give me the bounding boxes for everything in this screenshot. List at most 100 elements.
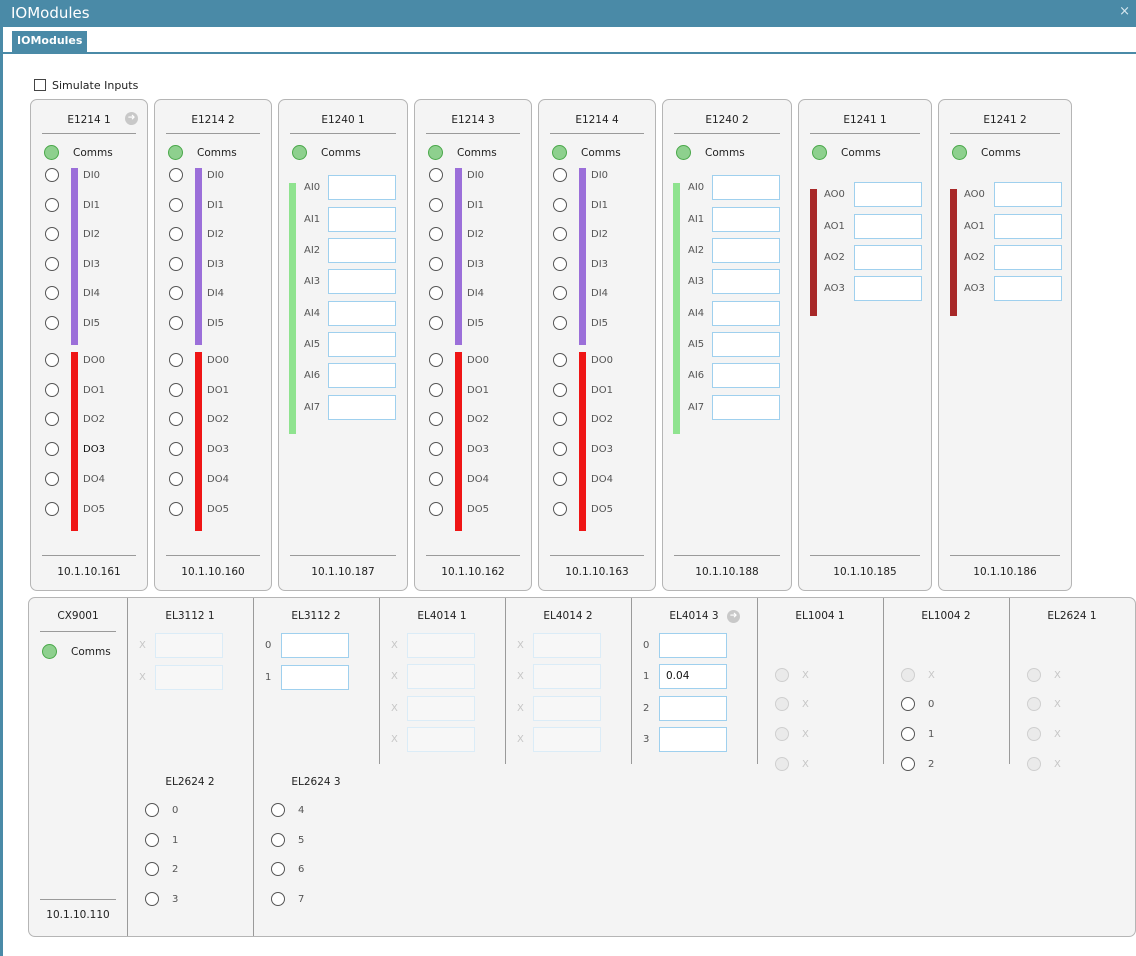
do-radio[interactable] (45, 353, 59, 367)
di-radio[interactable] (45, 257, 59, 271)
di-row[interactable]: DI0 (553, 167, 608, 183)
do-row[interactable]: DO1 (169, 382, 229, 398)
do-radio[interactable] (169, 383, 183, 397)
di-radio[interactable] (553, 227, 567, 241)
di-row[interactable]: DI0 (169, 167, 224, 183)
do-row[interactable]: DO3 (553, 441, 613, 457)
do-radio[interactable] (553, 412, 567, 426)
do-radio[interactable] (429, 472, 443, 486)
ai-value-field[interactable] (712, 362, 780, 388)
do-row[interactable]: DO0 (169, 352, 229, 368)
do-radio[interactable] (553, 353, 567, 367)
di-row[interactable]: DI4 (429, 285, 484, 301)
do-row[interactable]: DO4 (169, 471, 229, 487)
ai-value-field[interactable] (712, 394, 780, 420)
di-row[interactable]: DI3 (553, 256, 608, 272)
do-radio[interactable] (169, 412, 183, 426)
ai-value-field[interactable] (328, 331, 396, 357)
do-radio[interactable] (553, 383, 567, 397)
do-row[interactable]: DO1 (553, 382, 613, 398)
do-row[interactable]: DO1 (429, 382, 489, 398)
di-row[interactable]: DI4 (553, 285, 608, 301)
di-radio[interactable] (429, 286, 443, 300)
channel-row[interactable]: 1 (145, 832, 178, 848)
do-radio[interactable] (429, 412, 443, 426)
channel-radio[interactable] (145, 862, 159, 876)
ai-value-field[interactable] (328, 300, 396, 326)
di-radio[interactable] (45, 316, 59, 330)
do-row[interactable]: DO5 (45, 501, 105, 517)
channel-radio[interactable] (145, 833, 159, 847)
tab-iomodules[interactable]: IOModules (12, 31, 88, 53)
channel-value-field[interactable] (281, 664, 349, 690)
di-radio[interactable] (553, 257, 567, 271)
channel-row[interactable]: 5 (271, 832, 304, 848)
ai-value-field[interactable] (712, 174, 780, 200)
ai-value-field[interactable] (712, 300, 780, 326)
do-radio[interactable] (553, 472, 567, 486)
di-radio[interactable] (45, 286, 59, 300)
di-row[interactable]: DI1 (429, 197, 484, 213)
ao-value-field[interactable] (994, 213, 1062, 239)
do-radio[interactable] (429, 383, 443, 397)
simulate-inputs[interactable]: Simulate Inputs (34, 77, 138, 93)
do-row[interactable]: DO0 (553, 352, 613, 368)
do-row[interactable]: DO5 (429, 501, 489, 517)
ai-value-field[interactable] (328, 174, 396, 200)
di-row[interactable]: DI4 (169, 285, 224, 301)
di-row[interactable]: DI2 (169, 226, 224, 242)
channel-value-field[interactable] (659, 695, 727, 721)
do-row[interactable]: DO4 (429, 471, 489, 487)
ao-value-field[interactable] (854, 244, 922, 270)
channel-row[interactable]: 0 (145, 802, 178, 818)
di-radio[interactable] (553, 316, 567, 330)
channel-row[interactable]: 1 (901, 726, 934, 742)
ao-value-field[interactable] (994, 244, 1062, 270)
do-radio[interactable] (553, 442, 567, 456)
di-radio[interactable] (553, 198, 567, 212)
di-row[interactable]: DI2 (45, 226, 100, 242)
channel-value-field[interactable]: 0.04 (659, 663, 727, 689)
di-row[interactable]: DI5 (45, 315, 100, 331)
do-radio[interactable] (45, 383, 59, 397)
channel-radio[interactable] (145, 803, 159, 817)
di-radio[interactable] (169, 198, 183, 212)
channel-radio[interactable] (271, 892, 285, 906)
do-row[interactable]: DO4 (553, 471, 613, 487)
channel-row[interactable]: 6 (271, 861, 304, 877)
ai-value-field[interactable] (328, 362, 396, 388)
di-row[interactable]: DI3 (169, 256, 224, 272)
ai-value-field[interactable] (712, 206, 780, 232)
channel-value-field[interactable] (659, 726, 727, 752)
do-row[interactable]: DO5 (553, 501, 613, 517)
di-radio[interactable] (429, 257, 443, 271)
do-radio[interactable] (429, 502, 443, 516)
ao-value-field[interactable] (994, 181, 1062, 207)
channel-radio[interactable] (271, 833, 285, 847)
settings-icon[interactable]: ➜ (727, 610, 740, 623)
channel-radio[interactable] (901, 697, 915, 711)
di-row[interactable]: DI5 (169, 315, 224, 331)
do-radio[interactable] (429, 353, 443, 367)
channel-radio[interactable] (901, 757, 915, 771)
di-radio[interactable] (45, 168, 59, 182)
di-row[interactable]: DI1 (169, 197, 224, 213)
do-row[interactable]: DO3 (169, 441, 229, 457)
di-radio[interactable] (553, 286, 567, 300)
do-row[interactable]: DO2 (169, 411, 229, 427)
ao-value-field[interactable] (854, 181, 922, 207)
di-row[interactable]: DI1 (553, 197, 608, 213)
do-row[interactable]: DO0 (45, 352, 105, 368)
ai-value-field[interactable] (712, 268, 780, 294)
di-row[interactable]: DI3 (429, 256, 484, 272)
di-radio[interactable] (553, 168, 567, 182)
do-row[interactable]: DO2 (553, 411, 613, 427)
di-radio[interactable] (45, 198, 59, 212)
di-row[interactable]: DI0 (45, 167, 100, 183)
do-radio[interactable] (169, 472, 183, 486)
ao-value-field[interactable] (994, 275, 1062, 301)
channel-row[interactable]: 2 (145, 861, 178, 877)
do-row[interactable]: DO1 (45, 382, 105, 398)
do-radio[interactable] (169, 442, 183, 456)
do-radio[interactable] (45, 412, 59, 426)
